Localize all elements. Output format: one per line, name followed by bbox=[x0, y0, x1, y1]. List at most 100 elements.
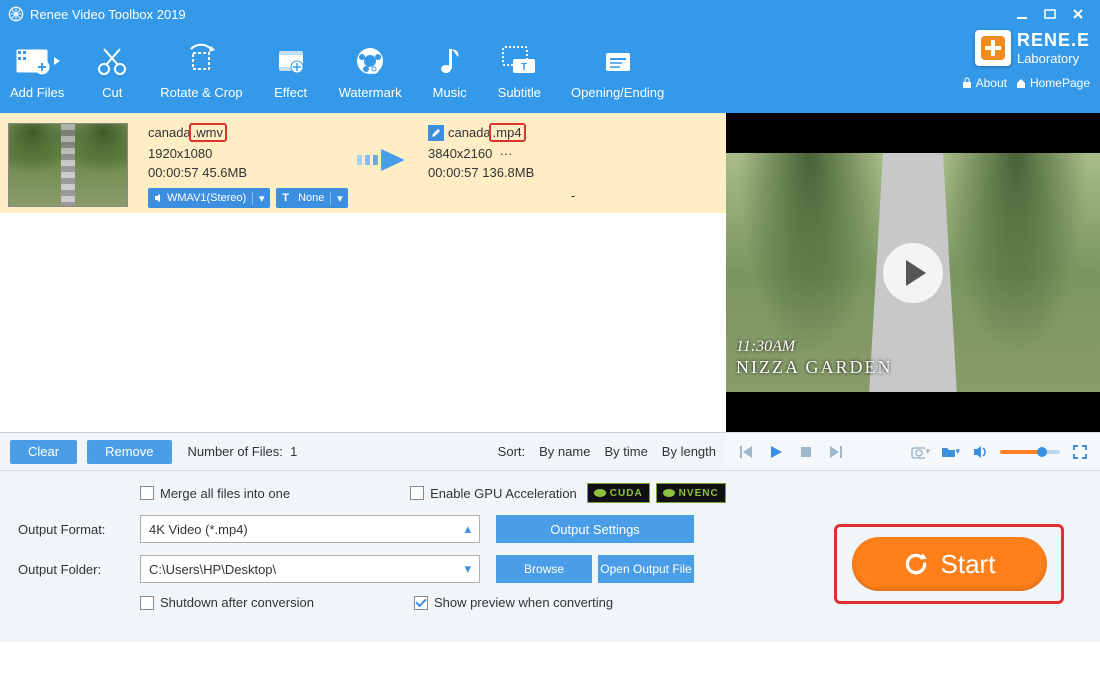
brand-block: RENE.E Laboratory bbox=[975, 30, 1090, 66]
music-button[interactable]: Music bbox=[432, 41, 468, 100]
audio-codec-dropdown[interactable]: WMAV1(Stereo) ▾ bbox=[148, 188, 270, 208]
effect-icon bbox=[273, 41, 309, 81]
svg-text:T: T bbox=[521, 62, 527, 73]
opening-ending-label: Opening/Ending bbox=[571, 85, 664, 100]
file-source-info: canada.wmv 1920x1080 00:00:57 45.6MB WMA… bbox=[148, 123, 338, 208]
sort-by-time[interactable]: By time bbox=[604, 444, 647, 459]
start-button[interactable]: Start bbox=[852, 537, 1047, 591]
dst-ext-highlight: .mp4 bbox=[489, 123, 526, 142]
gpu-checkbox[interactable]: Enable GPU Acceleration bbox=[410, 486, 577, 501]
volume-slider[interactable] bbox=[1000, 450, 1060, 454]
file-output-info: canada.mp4 3840x2160 ··· 00:00:57 136.8M… bbox=[428, 123, 718, 203]
play-button[interactable] bbox=[766, 442, 786, 462]
output-format-combo[interactable]: 4K Video (*.mp4) ▴ bbox=[140, 515, 480, 543]
src-size: 45.6MB bbox=[202, 165, 247, 180]
rotate-crop-button[interactable]: Rotate & Crop bbox=[160, 41, 242, 100]
rotate-crop-label: Rotate & Crop bbox=[160, 85, 242, 100]
src-name: canada bbox=[148, 125, 191, 140]
file-row[interactable]: canada.wmv 1920x1080 00:00:57 45.6MB WMA… bbox=[0, 113, 726, 213]
maximize-button[interactable] bbox=[1036, 4, 1064, 24]
preview-panel: 11:30AM NIZZA GARDEN bbox=[726, 113, 1100, 432]
next-button[interactable] bbox=[826, 442, 846, 462]
scissors-icon bbox=[94, 41, 130, 81]
nvenc-badge: NVENC bbox=[656, 483, 726, 503]
shutdown-checkbox[interactable]: Shutdown after conversion bbox=[140, 595, 314, 610]
src-resolution: 1920x1080 bbox=[148, 146, 338, 161]
title-bar: Renee Video Toolbox 2019 bbox=[0, 0, 1100, 28]
watermark-icon bbox=[352, 41, 388, 81]
show-preview-checkbox[interactable]: Show preview when converting bbox=[414, 595, 613, 610]
fullscreen-button[interactable] bbox=[1070, 442, 1090, 462]
browse-button[interactable]: Browse bbox=[496, 555, 592, 583]
src-duration: 00:00:57 bbox=[148, 165, 199, 180]
output-settings-button[interactable]: Output Settings bbox=[496, 515, 694, 543]
opening-ending-icon bbox=[600, 41, 636, 81]
preview-image: 11:30AM NIZZA GARDEN bbox=[726, 153, 1100, 392]
output-folder-combo[interactable]: C:\Users\HP\Desktop\ ▾ bbox=[140, 555, 480, 583]
edit-icon[interactable] bbox=[428, 125, 444, 141]
file-list-bar: Clear Remove Number of Files: 1 Sort: By… bbox=[0, 432, 726, 470]
add-files-label: Add Files bbox=[10, 85, 64, 100]
about-link[interactable]: About bbox=[961, 76, 1007, 90]
start-highlight: Start bbox=[834, 524, 1064, 604]
brand-icon bbox=[975, 30, 1011, 66]
cut-label: Cut bbox=[102, 85, 122, 100]
effect-label: Effect bbox=[274, 85, 307, 100]
music-icon bbox=[432, 41, 468, 81]
close-button[interactable] bbox=[1064, 4, 1092, 24]
preview-timestamp: 11:30AM bbox=[736, 338, 795, 356]
clear-button[interactable]: Clear bbox=[10, 440, 77, 464]
minimize-button[interactable] bbox=[1008, 4, 1036, 24]
arrow-icon bbox=[338, 123, 428, 177]
dst-duration: 00:00:57 bbox=[428, 165, 479, 180]
open-folder-button[interactable]: ▾ bbox=[940, 442, 960, 462]
prev-button[interactable] bbox=[736, 442, 756, 462]
volume-icon[interactable] bbox=[970, 442, 990, 462]
text-track-dropdown[interactable]: T None ▾ bbox=[276, 188, 348, 208]
subtitle-label: Subtitle bbox=[498, 85, 541, 100]
opening-ending-button[interactable]: Opening/Ending bbox=[571, 41, 664, 100]
rotate-crop-icon bbox=[183, 41, 219, 81]
home-icon bbox=[1015, 77, 1027, 89]
add-files-icon bbox=[12, 41, 62, 81]
snapshot-button[interactable]: ▾ bbox=[910, 442, 930, 462]
watermark-button[interactable]: Watermark bbox=[339, 41, 402, 100]
brand-line2: Laboratory bbox=[1017, 51, 1090, 66]
homepage-link[interactable]: HomePage bbox=[1015, 76, 1090, 90]
preview-caption: NIZZA GARDEN bbox=[736, 357, 893, 378]
brand-line1: RENE.E bbox=[1017, 30, 1090, 51]
chevron-down-icon: ▾ bbox=[330, 192, 348, 205]
dst-resolution: 3840x2160 bbox=[428, 146, 492, 161]
music-label: Music bbox=[433, 85, 467, 100]
remove-button[interactable]: Remove bbox=[87, 440, 171, 464]
play-overlay-button[interactable] bbox=[883, 243, 943, 303]
sort-by-name[interactable]: By name bbox=[539, 444, 590, 459]
nof-label: Number of Files: bbox=[188, 444, 283, 459]
cuda-badge: CUDA bbox=[587, 483, 650, 503]
dst-more[interactable]: ··· bbox=[500, 146, 513, 161]
merge-checkbox[interactable]: Merge all files into one bbox=[140, 486, 290, 501]
subtitle-button[interactable]: T Subtitle bbox=[498, 41, 541, 100]
brand-links: About HomePage bbox=[961, 76, 1090, 90]
bottom-panel: Merge all files into one Enable GPU Acce… bbox=[0, 470, 1100, 642]
output-format-label: Output Format: bbox=[18, 522, 140, 537]
player-controls: ▾ ▾ bbox=[726, 432, 1100, 470]
file-thumbnail bbox=[8, 123, 128, 207]
output-folder-label: Output Folder: bbox=[18, 562, 140, 577]
src-ext-highlight: .wmv bbox=[189, 123, 227, 142]
speaker-icon bbox=[154, 193, 164, 203]
sort-by-length[interactable]: By length bbox=[662, 444, 716, 459]
chevron-down-icon: ▾ bbox=[464, 561, 471, 577]
stop-button[interactable] bbox=[796, 442, 816, 462]
nof-value: 1 bbox=[290, 444, 297, 459]
dst-name: canada bbox=[448, 125, 491, 140]
effect-button[interactable]: Effect bbox=[273, 41, 309, 100]
main-toolbar: Add Files Cut Rotate & Crop Effect Water… bbox=[0, 28, 1100, 113]
refresh-icon bbox=[903, 551, 929, 577]
add-files-button[interactable]: Add Files bbox=[10, 41, 64, 100]
chevron-up-icon: ▴ bbox=[464, 521, 471, 537]
cut-button[interactable]: Cut bbox=[94, 41, 130, 100]
watermark-label: Watermark bbox=[339, 85, 402, 100]
open-output-button[interactable]: Open Output File bbox=[598, 555, 694, 583]
app-icon bbox=[8, 6, 24, 22]
